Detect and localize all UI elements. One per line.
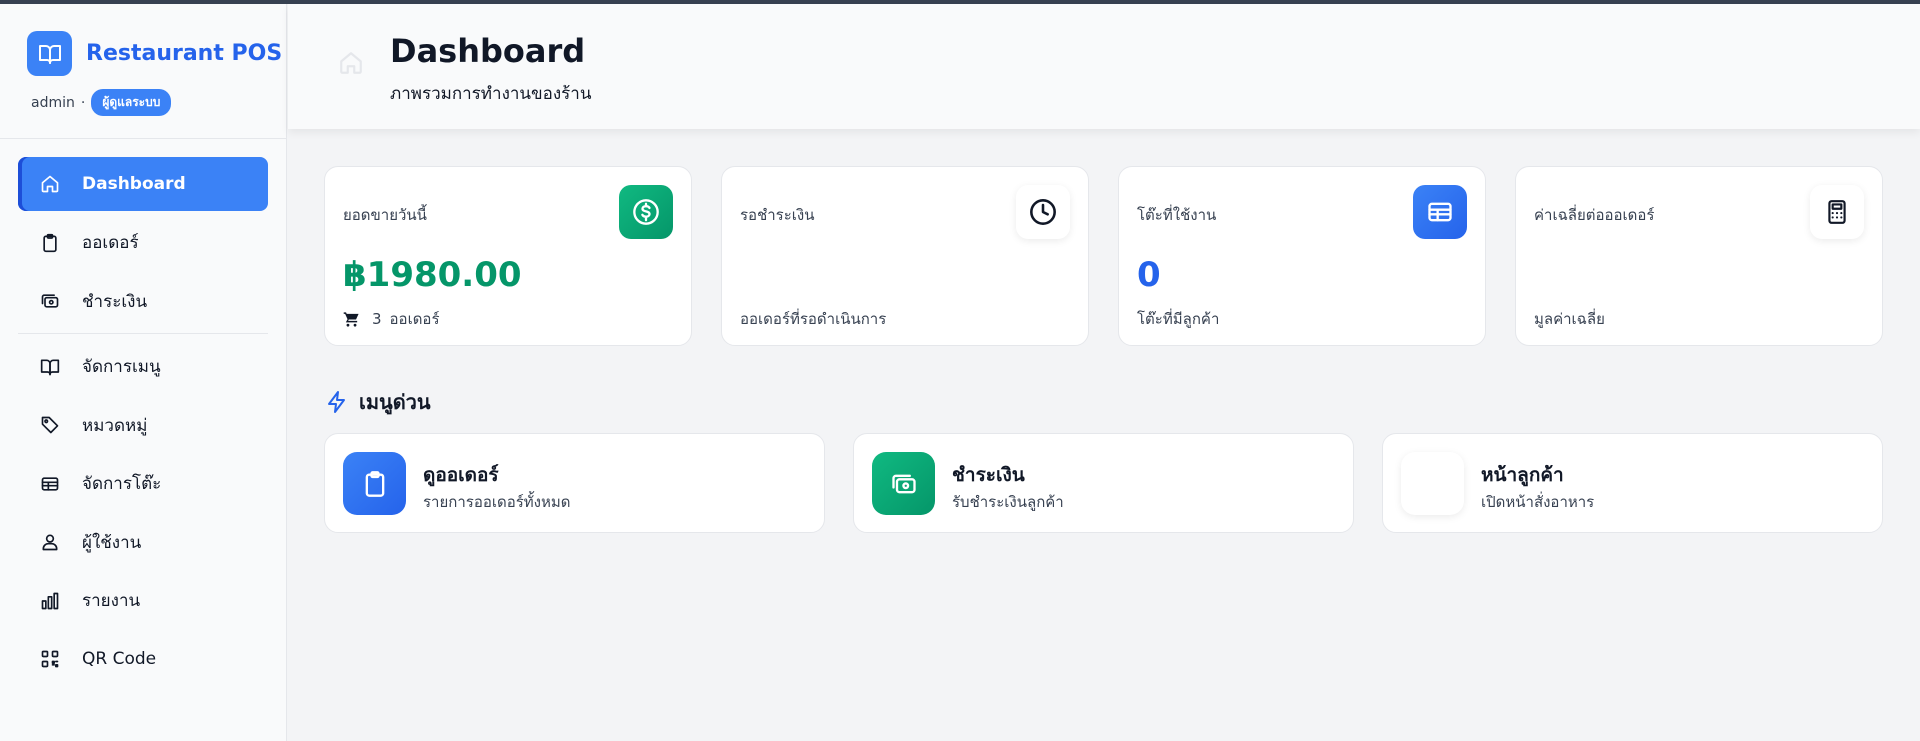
cash-icon	[41, 294, 59, 308]
sidebar-item-label: ออเดอร์	[82, 233, 139, 253]
stat-label: โต๊ะที่ใช้งาน	[1137, 206, 1217, 224]
stat-card-active-tables: โต๊ะที่ใช้งาน 0 โต๊ะที่มีลูกค้า	[1118, 166, 1486, 346]
sidebar-item-dashboard[interactable]: Dashboard	[18, 157, 268, 211]
stat-sub-text: ออเดอร์ที่รอดำเนินการ	[740, 310, 887, 328]
brand[interactable]: Restaurant POS	[27, 31, 282, 76]
table-icon	[41, 476, 59, 491]
page-subtitle: ภาพรวมการทำงานของร้าน	[390, 84, 592, 104]
lightning-icon	[328, 391, 345, 413]
quick-card-subtitle: เปิดหน้าสั่งอาหาร	[1481, 493, 1595, 511]
quick-payment-card[interactable]: ชำระเงิน รับชำระเงินลูกค้า	[853, 433, 1354, 533]
sidebar-item-categories[interactable]: หมวดหมู่	[18, 398, 268, 452]
stat-label: ยอดขายวันนี้	[343, 206, 427, 224]
page-title: Dashboard	[390, 32, 586, 70]
stat-card-average-order: ค่าเฉลี่ยต่อออเดอร์ มูลค่าเฉลี่ย	[1515, 166, 1883, 346]
page-header: Dashboard ภาพรวมการทำงานของร้าน	[288, 4, 1920, 129]
separator: ·	[80, 94, 86, 111]
stat-sub: 3 ออเดอร์	[343, 307, 440, 331]
quick-card-title: ดูออเดอร์	[423, 464, 499, 486]
blank-icon	[1401, 452, 1464, 515]
username: admin	[31, 94, 75, 111]
stat-value: 0	[1137, 255, 1161, 295]
cash-icon	[872, 452, 935, 515]
sidebar-item-label: รายงาน	[82, 591, 141, 611]
home-icon	[41, 175, 59, 193]
sidebar-item-users[interactable]: ผู้ใช้งาน	[18, 515, 268, 569]
bar-chart-icon	[41, 592, 59, 609]
quick-menu-title: เมนูด่วน	[359, 390, 431, 414]
book-icon	[40, 359, 60, 375]
quick-card-title: หน้าลูกค้า	[1481, 464, 1564, 486]
home-icon	[338, 50, 364, 80]
quick-customer-page-card[interactable]: หน้าลูกค้า เปิดหน้าสั่งอาหาร	[1382, 433, 1883, 533]
sidebar-item-label: Dashboard	[82, 174, 186, 194]
role-badge: ผู้ดูแลระบบ	[91, 89, 172, 116]
sidebar-item-qr-code[interactable]: QR Code	[18, 632, 268, 686]
stat-sub-text: ออเดอร์	[389, 310, 440, 328]
stat-card-pending-payment: รอชำระเงิน ออเดอร์ที่รอดำเนินการ	[721, 166, 1089, 346]
book-icon	[27, 31, 72, 76]
clipboard-icon	[343, 452, 406, 515]
quick-view-orders-card[interactable]: ดูออเดอร์ รายการออเดอร์ทั้งหมด	[324, 433, 825, 533]
sidebar-item-menu[interactable]: จัดการเมนู	[18, 340, 268, 394]
clipboard-icon	[43, 233, 57, 252]
tag-icon	[41, 416, 59, 434]
sidebar-item-payment[interactable]: ชำระเงิน	[18, 274, 268, 328]
stat-card-today-sales: ยอดขายวันนี้ ฿1980.00 3 ออเดอร์	[324, 166, 692, 346]
table-icon	[1413, 185, 1467, 239]
qr-code-icon	[41, 650, 59, 668]
stat-label: ค่าเฉลี่ยต่อออเดอร์	[1534, 206, 1655, 224]
quick-menu-heading: เมนูด่วน	[325, 386, 431, 418]
stat-label: รอชำระเงิน	[740, 206, 815, 224]
sidebar-item-orders[interactable]: ออเดอร์	[18, 216, 268, 270]
sidebar-item-label: ผู้ใช้งาน	[82, 532, 142, 553]
users-icon	[42, 534, 58, 551]
dollar-icon	[619, 185, 673, 239]
stat-sub: โต๊ะที่มีลูกค้า	[1137, 307, 1219, 331]
cart-icon	[343, 311, 359, 327]
stat-sub-text: โต๊ะที่มีลูกค้า	[1137, 310, 1220, 328]
sidebar-nav: Dashboard ออเดอร์ ชำระเงิน จัดการเมนู หม…	[18, 157, 268, 691]
quick-card-subtitle: รายการออเดอร์ทั้งหมด	[423, 493, 571, 511]
sidebar-divider	[0, 138, 287, 139]
calculator-icon	[1810, 185, 1864, 239]
sidebar-item-label: ชำระเงิน	[82, 291, 148, 312]
stat-sub-text: มูลค่าเฉลี่ย	[1534, 310, 1605, 328]
sidebar-item-reports[interactable]: รายงาน	[18, 574, 268, 628]
sidebar-item-label: QR Code	[82, 649, 157, 669]
sidebar-item-tables[interactable]: จัดการโต๊ะ	[18, 457, 268, 511]
user-info: admin · ผู้ดูแลระบบ	[31, 89, 172, 116]
order-count: 3	[372, 310, 382, 328]
sidebar: Restaurant POS admin · ผู้ดูแลระบบ Dashb…	[0, 4, 287, 741]
clock-icon	[1016, 185, 1070, 239]
sidebar-item-label: จัดการเมนู	[82, 357, 161, 377]
app-title: Restaurant POS	[86, 41, 283, 66]
stat-sub: มูลค่าเฉลี่ย	[1534, 307, 1605, 331]
stat-sub: ออเดอร์ที่รอดำเนินการ	[740, 307, 886, 331]
quick-card-subtitle: รับชำระเงินลูกค้า	[952, 493, 1064, 511]
sidebar-item-label: หมวดหมู่	[82, 415, 148, 436]
nav-divider	[18, 332, 268, 334]
sidebar-item-label: จัดการโต๊ะ	[82, 474, 162, 494]
stat-value: ฿1980.00	[343, 255, 522, 295]
quick-card-title: ชำระเงิน	[952, 464, 1025, 486]
